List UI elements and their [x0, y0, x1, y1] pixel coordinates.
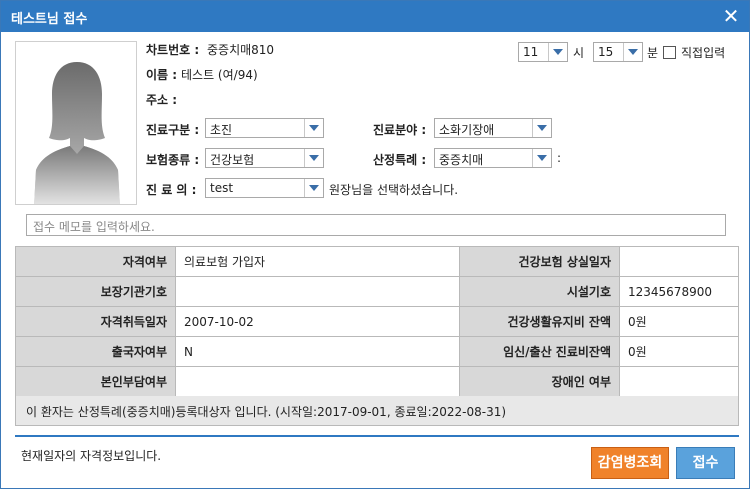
hour-unit: 시	[573, 46, 585, 60]
eligibility-table: 자격여부 의료보험 가입자 건강보험 상실일자 보장기관기호 시설기호 1234…	[15, 246, 739, 397]
chevron-down-icon[interactable]	[304, 179, 323, 197]
chevron-down-icon[interactable]	[623, 43, 642, 61]
department-select[interactable]: 소화기장애	[434, 118, 552, 138]
minute-value: 15	[598, 45, 614, 59]
special-case-select[interactable]: 중증치매	[434, 148, 552, 168]
patient-photo	[15, 41, 137, 205]
special-case-notice: 이 환자는 산정특례(중증치매)등록대상자 입니다. (시작일:2017-09-…	[15, 396, 739, 426]
visit-type-value: 초진	[210, 123, 233, 137]
infection-lookup-button[interactable]: 감염병조회	[591, 447, 669, 479]
insurance-type-label: 보험종류 :	[146, 153, 200, 167]
doctor-select[interactable]: test	[205, 178, 324, 198]
facility-code-label: 시설기호	[459, 276, 620, 307]
address-label: 주소 :	[146, 93, 178, 107]
chevron-down-icon[interactable]	[304, 119, 323, 137]
minute-select[interactable]: 15	[593, 42, 643, 62]
name-value: 테스트 (여/94)	[181, 68, 258, 82]
table-row: 보장기관기호 시설기호 12345678900	[15, 276, 739, 307]
copay-status-label: 본인부담여부	[15, 366, 176, 397]
table-row: 출국자여부 N 임신/출산 진료비잔액 0원	[15, 336, 739, 367]
chevron-down-icon[interactable]	[532, 119, 551, 137]
chevron-down-icon[interactable]	[548, 43, 567, 61]
eligibility-status-value: 의료보험 가입자	[175, 246, 460, 277]
acquisition-date-value: 2007-10-02	[175, 306, 460, 337]
guarantor-code-label: 보장기관기호	[15, 276, 176, 307]
insurance-loss-date-label: 건강보험 상실일자	[459, 246, 620, 277]
disability-status-label: 장애인 여부	[459, 366, 620, 397]
status-text: 현재일자의 자격정보입니다.	[21, 449, 162, 463]
pregnancy-balance-label: 임신/출산 진료비잔액	[459, 336, 620, 367]
direct-input-checkbox[interactable]	[663, 46, 676, 59]
doctor-value: test	[210, 181, 234, 195]
title-bar: 테스트님 접수 ✕	[1, 1, 749, 32]
reception-dialog: 테스트님 접수 ✕ 차트번호 : 중증치매810 이름 : 테스트 (여/94)…	[0, 0, 750, 489]
guarantor-code-value	[175, 276, 460, 307]
eligibility-status-label: 자격여부	[15, 246, 176, 277]
close-icon[interactable]: ✕	[721, 4, 741, 28]
department-value: 소화기장애	[439, 123, 495, 137]
divider	[15, 435, 739, 437]
chart-number-value: 중증치매810	[207, 43, 275, 57]
departure-status-value: N	[175, 336, 460, 367]
special-case-value: 중증치매	[439, 153, 484, 167]
special-case-label: 산정특례 :	[373, 153, 427, 167]
chevron-down-icon[interactable]	[304, 149, 323, 167]
dialog-title: 테스트님 접수	[11, 12, 88, 27]
doctor-label: 진 료 의 :	[146, 183, 197, 197]
health-allowance-balance-label: 건강생활유지비 잔액	[459, 306, 620, 337]
special-case-suffix: :	[557, 151, 562, 165]
copay-status-value	[175, 366, 460, 397]
person-silhouette-icon	[34, 62, 120, 204]
submit-reception-button[interactable]: 접수	[676, 447, 735, 479]
insurance-loss-date-value	[619, 246, 739, 277]
hour-value: 11	[523, 45, 539, 59]
table-row: 자격취득일자 2007-10-02 건강생활유지비 잔액 0원	[15, 306, 739, 337]
table-row: 자격여부 의료보험 가입자 건강보험 상실일자	[15, 246, 739, 277]
departure-status-label: 출국자여부	[15, 336, 176, 367]
name-label: 이름 :	[146, 68, 178, 82]
minute-unit: 분	[647, 46, 659, 60]
hour-select[interactable]: 11	[518, 42, 568, 62]
insurance-type-value: 건강보험	[210, 153, 255, 167]
facility-code-value: 12345678900	[619, 276, 739, 307]
reception-memo-input[interactable]: 접수 메모를 입력하세요.	[26, 214, 726, 236]
chart-number-label: 차트번호 :	[146, 43, 200, 57]
pregnancy-balance-value: 0원	[619, 336, 739, 367]
table-row: 본인부담여부 장애인 여부	[15, 366, 739, 397]
department-label: 진료분야 :	[373, 123, 427, 137]
health-allowance-balance-value: 0원	[619, 306, 739, 337]
visit-type-select[interactable]: 초진	[205, 118, 324, 138]
chevron-down-icon[interactable]	[532, 149, 551, 167]
doctor-selected-message: 원장님을 선택하셨습니다.	[329, 183, 459, 197]
direct-input-label: 직접입력	[681, 46, 726, 60]
disability-status-value	[619, 366, 739, 397]
visit-type-label: 진료구분 :	[146, 123, 200, 137]
insurance-type-select[interactable]: 건강보험	[205, 148, 324, 168]
acquisition-date-label: 자격취득일자	[15, 306, 176, 337]
